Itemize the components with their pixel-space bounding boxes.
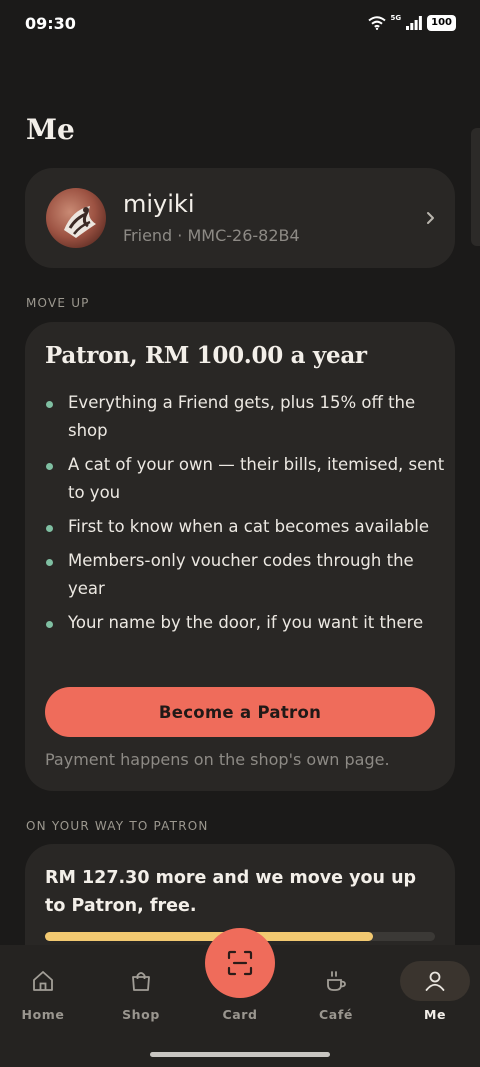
signal-icon [406, 16, 423, 30]
progress-message: RM 127.30 more and we move you up to Pat… [45, 868, 417, 916]
status-icons: 5G 100 [367, 14, 456, 31]
card-scan-button[interactable] [205, 928, 275, 998]
benefit-item: Everything a Friend gets, plus 15% off t… [45, 389, 445, 445]
nav-item-shop[interactable]: Shop [101, 945, 181, 1035]
profile-name: miyiki [123, 190, 195, 218]
bullet-dot [46, 525, 53, 532]
network-label: 5G [390, 14, 402, 22]
status-bar: 09:30 5G 100 [0, 0, 480, 50]
wifi-icon [367, 16, 386, 30]
nav-item-home[interactable]: Home [3, 945, 83, 1035]
nav-label: Café [319, 1007, 353, 1022]
home-icon [33, 971, 53, 991]
status-time: 09:30 [25, 14, 76, 33]
membership-info: Friend · MMC-26-82B4 [123, 226, 300, 245]
progress-bar-fill [45, 932, 373, 941]
scan-icon [227, 950, 253, 976]
benefit-item: First to know when a cat becomes availab… [45, 513, 445, 541]
bullet-dot [46, 559, 53, 566]
profile-card[interactable]: miyiki Friend · MMC-26-82B4 [25, 168, 455, 268]
section-label-move-up: MOVE UP [26, 296, 90, 310]
page-title: Me [26, 113, 75, 146]
edge-handle[interactable] [471, 128, 480, 246]
coffee-cup-icon [327, 971, 346, 991]
benefit-item: A cat of your own — their bills, itemise… [45, 451, 445, 507]
benefits-list: Everything a Friend gets, plus 15% off t… [45, 389, 445, 643]
nav-item-me[interactable]: Me [400, 945, 480, 1035]
bullet-dot [46, 401, 53, 408]
avatar [46, 188, 106, 248]
nav-label-card: Card [222, 1007, 258, 1022]
nav-label: Shop [122, 1007, 160, 1022]
battery-indicator: 100 [427, 15, 456, 31]
benefit-item: Your name by the door, if you want it th… [45, 609, 445, 637]
nav-label: Home [21, 1007, 65, 1022]
benefit-item: Members-only voucher codes through the y… [45, 547, 445, 603]
person-icon [425, 971, 445, 991]
patron-upgrade-card: Patron, RM 100.00 a year Everything a Fr… [25, 322, 455, 791]
patron-plan-title: Patron, RM 100.00 a year [45, 342, 367, 369]
shopping-bag-icon [132, 972, 150, 991]
nav-item-cafe[interactable]: Café [296, 945, 376, 1035]
become-patron-button[interactable]: Become a Patron [45, 687, 435, 737]
chevron-right-icon [427, 212, 434, 224]
home-indicator[interactable] [150, 1052, 330, 1057]
bullet-dot [46, 621, 53, 628]
section-label-progress: ON YOUR WAY TO PATRON [26, 819, 209, 833]
nav-label: Me [423, 1007, 447, 1022]
payment-note: Payment happens on the shop's own page. [45, 750, 390, 769]
bullet-dot [46, 463, 53, 470]
